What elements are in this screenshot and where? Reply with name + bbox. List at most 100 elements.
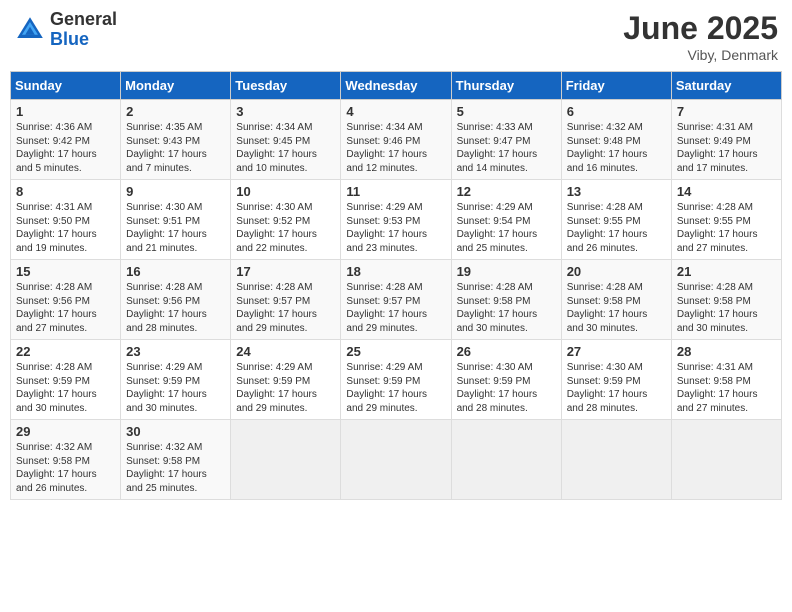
calendar-cell: 30 Sunrise: 4:32 AMSunset: 9:58 PMDayligh… <box>121 420 231 500</box>
logo: General Blue <box>14 10 117 50</box>
title-block: June 2025 Viby, Denmark <box>623 10 778 63</box>
day-info: Sunrise: 4:28 AMSunset: 9:59 PMDaylight:… <box>16 361 115 415</box>
calendar-cell: 24 Sunrise: 4:29 AMSunset: 9:59 PMDayligh… <box>231 340 341 420</box>
calendar-cell: 8Sunrise: 4:31 AMSunset: 9:50 PMDaylight… <box>11 180 121 260</box>
calendar-cell: 27 Sunrise: 4:30 AMSunset: 9:59 PMDayligh… <box>561 340 671 420</box>
day-number: 25 <box>346 344 445 359</box>
day-info: Sunrise: 4:28 AMSunset: 9:55 PMDaylight:… <box>677 201 776 255</box>
day-info: Sunrise: 4:28 AMSunset: 9:58 PMDaylight:… <box>457 281 556 335</box>
calendar-table: SundayMondayTuesdayWednesdayThursdayFrid… <box>10 71 782 500</box>
day-number: 3 <box>236 104 335 119</box>
calendar-cell: 23 Sunrise: 4:29 AMSunset: 9:59 PMDayligh… <box>121 340 231 420</box>
day-info: Sunrise: 4:30 AMSunset: 9:59 PMDaylight:… <box>457 361 556 415</box>
day-info: Sunrise: 4:31 AMSunset: 9:58 PMDaylight:… <box>677 361 776 415</box>
calendar-cell: 12Sunrise: 4:29 AMSunset: 9:54 PMDayligh… <box>451 180 561 260</box>
calendar-cell: 10 Sunrise: 4:30 AMSunset: 9:52 PMDayligh… <box>231 180 341 260</box>
day-info: Sunrise: 4:29 AMSunset: 9:54 PMDaylight:… <box>457 201 556 255</box>
calendar-cell: 20Sunrise: 4:28 AMSunset: 9:58 PMDayligh… <box>561 260 671 340</box>
day-number: 14 <box>677 184 776 199</box>
weekday-header-friday: Friday <box>561 72 671 100</box>
calendar-week-row: 8Sunrise: 4:31 AMSunset: 9:50 PMDaylight… <box>11 180 782 260</box>
calendar-cell: 21 Sunrise: 4:28 AMSunset: 9:58 PMDayligh… <box>671 260 781 340</box>
day-info: Sunrise: 4:30 AMSunset: 9:51 PMDaylight:… <box>126 201 225 255</box>
calendar-cell: 19 Sunrise: 4:28 AMSunset: 9:58 PMDayligh… <box>451 260 561 340</box>
day-info: Sunrise: 4:31 AMSunset: 9:49 PMDaylight:… <box>677 121 776 175</box>
logo-blue-text: Blue <box>50 30 117 50</box>
calendar-cell: 11Sunrise: 4:29 AMSunset: 9:53 PMDayligh… <box>341 180 451 260</box>
day-number: 21 <box>677 264 776 279</box>
calendar-cell <box>561 420 671 500</box>
calendar-cell <box>671 420 781 500</box>
day-info: Sunrise: 4:34 AMSunset: 9:46 PMDaylight:… <box>346 121 445 175</box>
logo-text: General Blue <box>50 10 117 50</box>
weekday-header-thursday: Thursday <box>451 72 561 100</box>
weekday-header-saturday: Saturday <box>671 72 781 100</box>
day-number: 6 <box>567 104 666 119</box>
calendar-cell: 6 Sunrise: 4:32 AMSunset: 9:48 PMDaylight… <box>561 100 671 180</box>
day-info: Sunrise: 4:28 AMSunset: 9:55 PMDaylight:… <box>567 201 666 255</box>
calendar-cell: 2Sunrise: 4:35 AMSunset: 9:43 PMDaylight… <box>121 100 231 180</box>
day-number: 17 <box>236 264 335 279</box>
day-number: 29 <box>16 424 115 439</box>
calendar-cell: 25Sunrise: 4:29 AMSunset: 9:59 PMDayligh… <box>341 340 451 420</box>
calendar-cell: 3 Sunrise: 4:34 AMSunset: 9:45 PMDaylight… <box>231 100 341 180</box>
calendar-cell: 16 Sunrise: 4:28 AMSunset: 9:56 PMDayligh… <box>121 260 231 340</box>
day-number: 24 <box>236 344 335 359</box>
weekday-header-tuesday: Tuesday <box>231 72 341 100</box>
calendar-cell: 28 Sunrise: 4:31 AMSunset: 9:58 PMDayligh… <box>671 340 781 420</box>
day-info: Sunrise: 4:33 AMSunset: 9:47 PMDaylight:… <box>457 121 556 175</box>
day-info: Sunrise: 4:34 AMSunset: 9:45 PMDaylight:… <box>236 121 335 175</box>
logo-general-text: General <box>50 10 117 30</box>
calendar-week-row: 15 Sunrise: 4:28 AMSunset: 9:56 PMDayligh… <box>11 260 782 340</box>
calendar-cell: 15 Sunrise: 4:28 AMSunset: 9:56 PMDayligh… <box>11 260 121 340</box>
calendar-week-row: 1Sunrise: 4:36 AMSunset: 9:42 PMDaylight… <box>11 100 782 180</box>
calendar-cell: 26 Sunrise: 4:30 AMSunset: 9:59 PMDayligh… <box>451 340 561 420</box>
calendar-week-row: 29 Sunrise: 4:32 AMSunset: 9:58 PMDayligh… <box>11 420 782 500</box>
day-number: 1 <box>16 104 115 119</box>
day-info: Sunrise: 4:28 AMSunset: 9:57 PMDaylight:… <box>236 281 335 335</box>
day-number: 27 <box>567 344 666 359</box>
day-number: 4 <box>346 104 445 119</box>
calendar-cell: 22 Sunrise: 4:28 AMSunset: 9:59 PMDayligh… <box>11 340 121 420</box>
day-number: 5 <box>457 104 556 119</box>
day-number: 23 <box>126 344 225 359</box>
day-number: 7 <box>677 104 776 119</box>
day-info: Sunrise: 4:32 AMSunset: 9:58 PMDaylight:… <box>126 441 225 495</box>
calendar-cell <box>341 420 451 500</box>
day-number: 18 <box>346 264 445 279</box>
calendar-cell: 14 Sunrise: 4:28 AMSunset: 9:55 PMDayligh… <box>671 180 781 260</box>
weekday-header-sunday: Sunday <box>11 72 121 100</box>
day-info: Sunrise: 4:29 AMSunset: 9:59 PMDaylight:… <box>126 361 225 415</box>
day-number: 15 <box>16 264 115 279</box>
day-number: 28 <box>677 344 776 359</box>
calendar-cell: 17 Sunrise: 4:28 AMSunset: 9:57 PMDayligh… <box>231 260 341 340</box>
page-header: General Blue June 2025 Viby, Denmark <box>10 10 782 63</box>
calendar-cell: 1Sunrise: 4:36 AMSunset: 9:42 PMDaylight… <box>11 100 121 180</box>
day-info: Sunrise: 4:28 AMSunset: 9:58 PMDaylight:… <box>677 281 776 335</box>
day-info: Sunrise: 4:30 AMSunset: 9:59 PMDaylight:… <box>567 361 666 415</box>
day-info: Sunrise: 4:31 AMSunset: 9:50 PMDaylight:… <box>16 201 115 255</box>
day-number: 19 <box>457 264 556 279</box>
month-title: June 2025 <box>623 10 778 47</box>
calendar-cell: 4 Sunrise: 4:34 AMSunset: 9:46 PMDaylight… <box>341 100 451 180</box>
day-info: Sunrise: 4:28 AMSunset: 9:56 PMDaylight:… <box>16 281 115 335</box>
day-info: Sunrise: 4:30 AMSunset: 9:52 PMDaylight:… <box>236 201 335 255</box>
day-number: 26 <box>457 344 556 359</box>
day-info: Sunrise: 4:32 AMSunset: 9:48 PMDaylight:… <box>567 121 666 175</box>
calendar-cell: 18 Sunrise: 4:28 AMSunset: 9:57 PMDayligh… <box>341 260 451 340</box>
day-number: 16 <box>126 264 225 279</box>
day-number: 30 <box>126 424 225 439</box>
day-number: 13 <box>567 184 666 199</box>
day-info: Sunrise: 4:29 AMSunset: 9:53 PMDaylight:… <box>346 201 445 255</box>
day-info: Sunrise: 4:28 AMSunset: 9:57 PMDaylight:… <box>346 281 445 335</box>
weekday-header-monday: Monday <box>121 72 231 100</box>
weekday-header-row: SundayMondayTuesdayWednesdayThursdayFrid… <box>11 72 782 100</box>
calendar-cell <box>451 420 561 500</box>
day-info: Sunrise: 4:29 AMSunset: 9:59 PMDaylight:… <box>236 361 335 415</box>
day-number: 10 <box>236 184 335 199</box>
day-number: 2 <box>126 104 225 119</box>
day-info: Sunrise: 4:32 AMSunset: 9:58 PMDaylight:… <box>16 441 115 495</box>
day-info: Sunrise: 4:28 AMSunset: 9:56 PMDaylight:… <box>126 281 225 335</box>
day-number: 22 <box>16 344 115 359</box>
day-info: Sunrise: 4:28 AMSunset: 9:58 PMDaylight:… <box>567 281 666 335</box>
